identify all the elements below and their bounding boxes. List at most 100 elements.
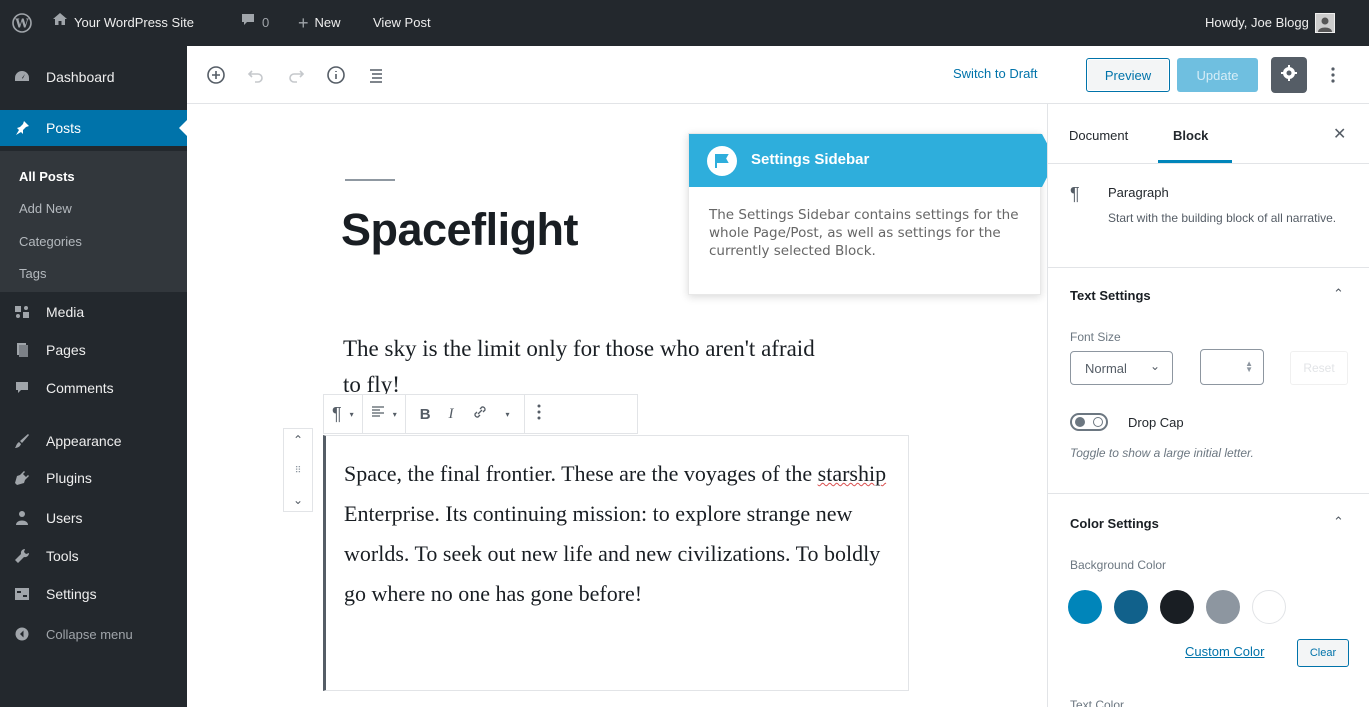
selected-paragraph-block[interactable]: Space, the final frontier. These are the…: [323, 435, 909, 691]
submenu-categories[interactable]: Categories: [19, 234, 82, 249]
my-account-link[interactable]: Howdy, Joe Blogg: [1205, 0, 1335, 46]
update-button[interactable]: Update: [1177, 58, 1258, 92]
chevron-down-icon: ▾: [392, 409, 397, 419]
font-size-select[interactable]: Normal ⌄: [1070, 351, 1173, 385]
custom-color-link[interactable]: Custom Color: [1185, 644, 1264, 659]
block-more-options[interactable]: [525, 395, 553, 433]
wrench-icon: [12, 546, 32, 566]
menu-item-pages[interactable]: Pages: [0, 332, 187, 368]
active-tab-indicator: [1158, 160, 1232, 163]
tooltip-body: The Settings Sidebar contains settings f…: [709, 207, 1019, 259]
preview-button[interactable]: Preview: [1086, 58, 1170, 92]
menu-item-posts[interactable]: Posts: [0, 110, 187, 146]
tab-document[interactable]: Document: [1069, 128, 1128, 143]
chevron-down-icon: ⌄: [1149, 359, 1160, 373]
collapse-menu-label: Collapse menu: [46, 626, 133, 642]
background-color-label: Background Color: [1070, 558, 1167, 572]
comments-link[interactable]: 0: [240, 0, 269, 46]
more-options-icon[interactable]: [1323, 63, 1343, 87]
site-name: Your WordPress Site: [74, 15, 194, 30]
stepper-arrows-icon: ▲ ▼: [1245, 359, 1253, 374]
clear-color-button[interactable]: Clear: [1297, 639, 1349, 667]
block-card-title: Paragraph: [1108, 185, 1169, 200]
block-navigation-icon[interactable]: [364, 63, 388, 87]
selected-block-text[interactable]: Space, the final frontier. These are the…: [344, 454, 904, 614]
custom-font-size-input[interactable]: ▲ ▼: [1200, 349, 1264, 385]
menu-label-comments: Comments: [46, 380, 114, 396]
post-title[interactable]: Spaceflight: [341, 204, 579, 256]
menu-item-tools[interactable]: Tools: [0, 538, 187, 574]
menu-label-tools: Tools: [46, 548, 79, 564]
align-dropdown[interactable]: ▾: [363, 395, 406, 433]
menu-label-appearance: Appearance: [46, 433, 122, 449]
block-card: ¶ Paragraph Start with the building bloc…: [1048, 164, 1369, 268]
drop-cap-toggle[interactable]: [1070, 413, 1108, 431]
new-content-link[interactable]: + New: [298, 0, 341, 46]
settings-sidebar-tooltip: Settings Sidebar The Settings Sidebar co…: [688, 133, 1056, 295]
more-formats-chevron-icon[interactable]: ▾: [506, 410, 510, 419]
menu-item-plugins[interactable]: Plugins: [0, 460, 187, 496]
italic-button[interactable]: I: [449, 406, 454, 423]
tooltip-header: Settings Sidebar: [689, 134, 1042, 187]
info-icon[interactable]: [324, 63, 348, 87]
menu-item-dashboard[interactable]: Dashboard: [0, 59, 187, 95]
view-post-link[interactable]: View Post: [373, 0, 431, 46]
menu-label-media: Media: [46, 304, 85, 320]
text-settings-title[interactable]: Text Settings: [1070, 288, 1151, 303]
reset-button[interactable]: Reset: [1290, 351, 1348, 385]
view-post-label: View Post: [373, 15, 431, 30]
submenu-all-posts[interactable]: All Posts: [19, 169, 75, 184]
add-block-icon[interactable]: [204, 63, 228, 87]
redo-icon[interactable]: [284, 63, 308, 87]
color-swatch-black[interactable]: [1160, 590, 1194, 624]
move-down-icon[interactable]: ⌄: [293, 493, 303, 507]
home-icon: [52, 0, 68, 46]
editor-header: Switch to Draft Preview Update: [187, 46, 1369, 104]
paragraph-icon: ¶: [332, 403, 342, 424]
toggle-off-indicator: [1093, 417, 1103, 427]
link-icon[interactable]: [472, 404, 488, 424]
paragraph-icon: ¶: [1070, 184, 1080, 204]
paintbrush-icon: [12, 431, 32, 451]
menu-item-media[interactable]: Media: [0, 294, 187, 330]
tab-block[interactable]: Block: [1173, 128, 1208, 143]
submenu-add-new[interactable]: Add New: [19, 201, 72, 216]
comments-count: 0: [262, 15, 270, 30]
site-name-link[interactable]: Your WordPress Site: [52, 0, 194, 46]
block-text-part: Space, the final frontier. These are the…: [344, 461, 818, 486]
menu-item-appearance[interactable]: Appearance: [0, 423, 187, 459]
color-swatch-dark-blue[interactable]: [1114, 590, 1148, 624]
submenu-tags[interactable]: Tags: [19, 266, 46, 281]
avatar: [1314, 13, 1335, 33]
menu-label-pages: Pages: [46, 342, 86, 358]
paragraph-block-overflow[interactable]: to fly!: [343, 372, 400, 394]
drag-handle-icon[interactable]: ⠿: [295, 465, 302, 476]
color-settings-title[interactable]: Color Settings: [1070, 516, 1159, 531]
format-group: B I ▾: [406, 395, 525, 433]
color-swatch-gray[interactable]: [1206, 590, 1240, 624]
chevron-up-icon[interactable]: ⌃: [1333, 514, 1344, 530]
color-swatch-blue[interactable]: [1068, 590, 1102, 624]
dashboard-icon: [12, 67, 32, 87]
switch-to-draft-link[interactable]: Switch to Draft: [953, 66, 1038, 81]
menu-item-users[interactable]: Users: [0, 500, 187, 536]
close-icon[interactable]: ✕: [1333, 124, 1346, 144]
bold-button[interactable]: B: [420, 406, 431, 423]
block-switcher[interactable]: ¶ ▾: [324, 395, 363, 433]
menu-item-settings[interactable]: Settings: [0, 576, 187, 612]
undo-icon[interactable]: [244, 63, 268, 87]
chevron-up-icon[interactable]: ⌃: [1333, 286, 1344, 302]
move-up-icon[interactable]: ⌃: [293, 433, 303, 447]
paragraph-block[interactable]: The sky is the limit only for those who …: [343, 336, 903, 368]
menu-label-users: Users: [46, 510, 83, 526]
comment-icon: [12, 378, 32, 398]
menu-item-comments[interactable]: Comments: [0, 370, 187, 406]
tooltip-title: Settings Sidebar: [751, 151, 870, 168]
settings-gear-button[interactable]: [1271, 57, 1307, 93]
wordpress-logo-icon[interactable]: W: [12, 0, 32, 46]
collapse-menu-button[interactable]: Collapse menu: [0, 616, 187, 652]
color-swatch-white[interactable]: [1252, 590, 1286, 624]
users-icon: [12, 508, 32, 528]
flag-icon: [707, 146, 737, 176]
more-vertical-icon: [537, 404, 541, 424]
